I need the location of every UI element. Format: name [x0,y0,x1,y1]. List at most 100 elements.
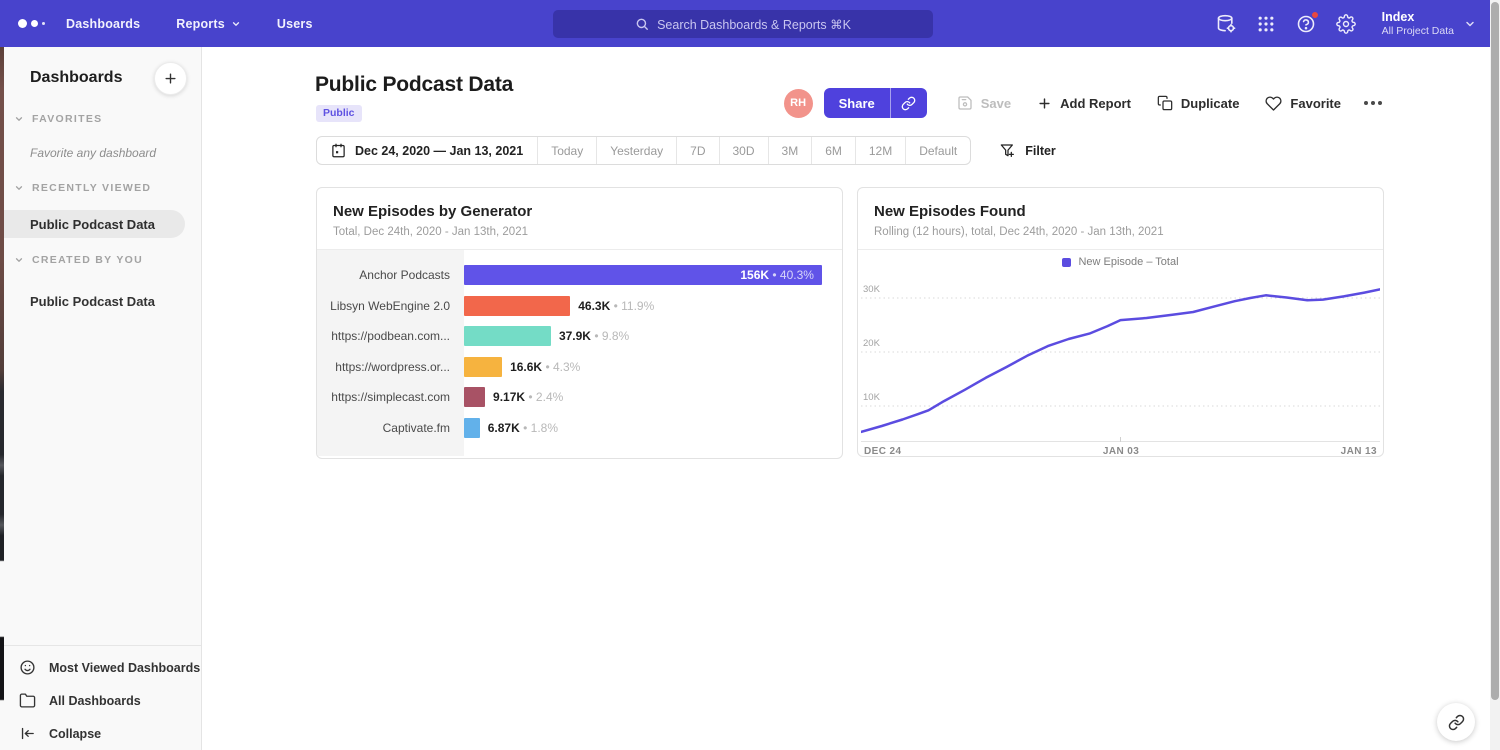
favorite-label: Favorite [1290,96,1341,111]
bar-segment[interactable] [464,357,502,377]
x-tick-jan03: JAN 03 [1103,446,1139,457]
preset-12m-button[interactable]: 12M [855,137,905,164]
preset-default-button[interactable]: Default [905,137,970,164]
nav-users-label: Users [277,17,313,31]
bar-value-label: 156K • 40.3% [740,260,814,291]
bar-segment[interactable] [464,418,480,438]
nav-reports-label: Reports [176,17,225,31]
amplitude-logo-icon[interactable] [18,19,58,28]
bar-track: 9.17K • 2.4% [464,382,842,413]
project-name: Index [1382,10,1454,25]
chevron-down-icon [1464,18,1476,30]
nav-item-reports[interactable]: Reports [176,17,241,31]
dashboard-actions: RH Share Save Add Report Duplicate [784,88,1382,118]
most-viewed-dashboards-button[interactable]: Most Viewed Dashboards [0,651,201,684]
bar-category-label: https://simplecast.com [317,382,464,413]
chevron-down-icon [14,255,24,265]
line-chart-svg[interactable]: 10K20K30K [861,274,1380,442]
nav-item-dashboards[interactable]: Dashboards [66,17,140,31]
nav-item-users[interactable]: Users [277,17,313,31]
page-scrollbar[interactable] [1490,0,1500,750]
bar-track: 6.87K • 1.8% [464,413,842,444]
screen-edge-artifact [0,47,4,750]
search-placeholder: Search Dashboards & Reports ⌘K [657,17,851,32]
bar-segment[interactable] [464,387,485,407]
preset-6m-button[interactable]: 6M [811,137,855,164]
preset-today-button[interactable]: Today [537,137,596,164]
legend-swatch [1062,258,1071,267]
all-dashboards-button[interactable]: All Dashboards [0,684,201,717]
settings-gear-icon[interactable] [1336,13,1357,34]
preset-yesterday-button[interactable]: Yesterday [596,137,676,164]
page-title: Public Podcast Data [315,73,513,97]
section-favorites[interactable]: FAVORITES [0,113,201,125]
bar-segment[interactable] [464,326,551,346]
save-button[interactable]: Save [957,95,1011,111]
card-new-episodes-found: New Episodes Found Rolling (12 hours), t… [857,187,1384,457]
bar-category-label: https://podbean.com... [317,321,464,352]
more-options-button[interactable] [1364,101,1382,105]
public-badge: Public [316,105,362,122]
bar-row: Captivate.fm6.87K • 1.8% [464,413,842,444]
add-report-label: Add Report [1060,96,1131,111]
most-viewed-label: Most Viewed Dashboards [49,661,200,675]
preset-7d-button[interactable]: 7D [676,137,718,164]
date-range-button[interactable]: Dec 24, 2020 — Jan 13, 2021 [317,137,537,164]
preset-30d-button[interactable]: 30D [719,137,768,164]
filter-button[interactable]: Filter [1000,143,1056,159]
preset-3m-button[interactable]: 3M [768,137,812,164]
folder-icon [19,692,36,709]
section-recently-viewed[interactable]: RECENTLY VIEWED [0,182,201,194]
bar-segment[interactable] [464,296,570,316]
sidebar-item-public-podcast-data-2[interactable]: Public Podcast Data [0,287,155,315]
heart-icon [1265,95,1282,112]
scrollbar-thumb[interactable] [1491,2,1499,700]
share-button[interactable]: Share [824,88,890,118]
app-window: Dashboards Reports Users Search Dashboar… [0,0,1500,750]
bar-value-label: 46.3K • 11.9% [578,291,654,322]
section-created-by-you[interactable]: CREATED BY YOU [0,254,201,266]
line-plot-area: 10K20K30K [861,274,1380,442]
chevron-down-icon [231,19,241,29]
apps-grid-icon[interactable] [1256,13,1277,34]
date-range-label: Dec 24, 2020 — Jan 13, 2021 [355,144,523,158]
main-content: Public Podcast Data Public RH Share Save… [203,47,1490,750]
card-new-episodes-by-generator: New Episodes by Generator Total, Dec 24t… [316,187,843,459]
data-sources-icon[interactable] [1216,13,1237,34]
project-selector[interactable]: Index All Project Data [1382,10,1476,38]
chevron-down-icon [14,114,24,124]
bar-row: https://podbean.com...37.9K • 9.8% [464,321,842,352]
sidebar-item-public-podcast-data[interactable]: Public Podcast Data [0,210,185,238]
share-link-floating-button[interactable] [1437,703,1475,741]
bar-row: https://wordpress.or...16.6K • 4.3% [464,352,842,383]
x-tick-dec24: DEC 24 [864,446,901,457]
bar-row: https://simplecast.com9.17K • 2.4% [464,382,842,413]
svg-text:30K: 30K [863,284,881,295]
help-icon[interactable] [1296,13,1317,34]
bar-track: 37.9K • 9.8% [464,321,842,352]
collapse-sidebar-button[interactable]: Collapse [0,717,201,750]
avatar[interactable]: RH [784,89,813,118]
divider [0,645,201,646]
smiley-icon [19,659,36,676]
bar-segment[interactable]: 156K • 40.3% [464,265,822,285]
bar-track: 156K • 40.3% [464,260,842,291]
link-icon [901,96,916,111]
share-link-button[interactable] [890,88,927,118]
add-report-button[interactable]: Add Report [1037,96,1131,111]
legend-label: New Episode – Total [1078,256,1178,268]
date-range-control: Dec 24, 2020 — Jan 13, 2021 Today Yester… [316,136,971,165]
bar-category-label: Libsyn WebEngine 2.0 [317,291,464,322]
chart-subtitle: Rolling (12 hours), total, Dec 24th, 202… [874,226,1367,238]
duplicate-button[interactable]: Duplicate [1157,95,1240,111]
add-dashboard-button[interactable] [154,62,187,95]
collapse-label: Collapse [49,727,101,741]
chart-subtitle: Total, Dec 24th, 2020 - Jan 13th, 2021 [333,226,826,238]
filter-label: Filter [1025,144,1056,158]
chart-title: New Episodes by Generator [333,203,826,220]
search-input[interactable]: Search Dashboards & Reports ⌘K [553,10,933,38]
bar-track: 46.3K • 11.9% [464,291,842,322]
favorite-button[interactable]: Favorite [1265,95,1341,112]
project-subtitle: All Project Data [1382,25,1454,38]
bar-category-label: Anchor Podcasts [317,260,464,291]
